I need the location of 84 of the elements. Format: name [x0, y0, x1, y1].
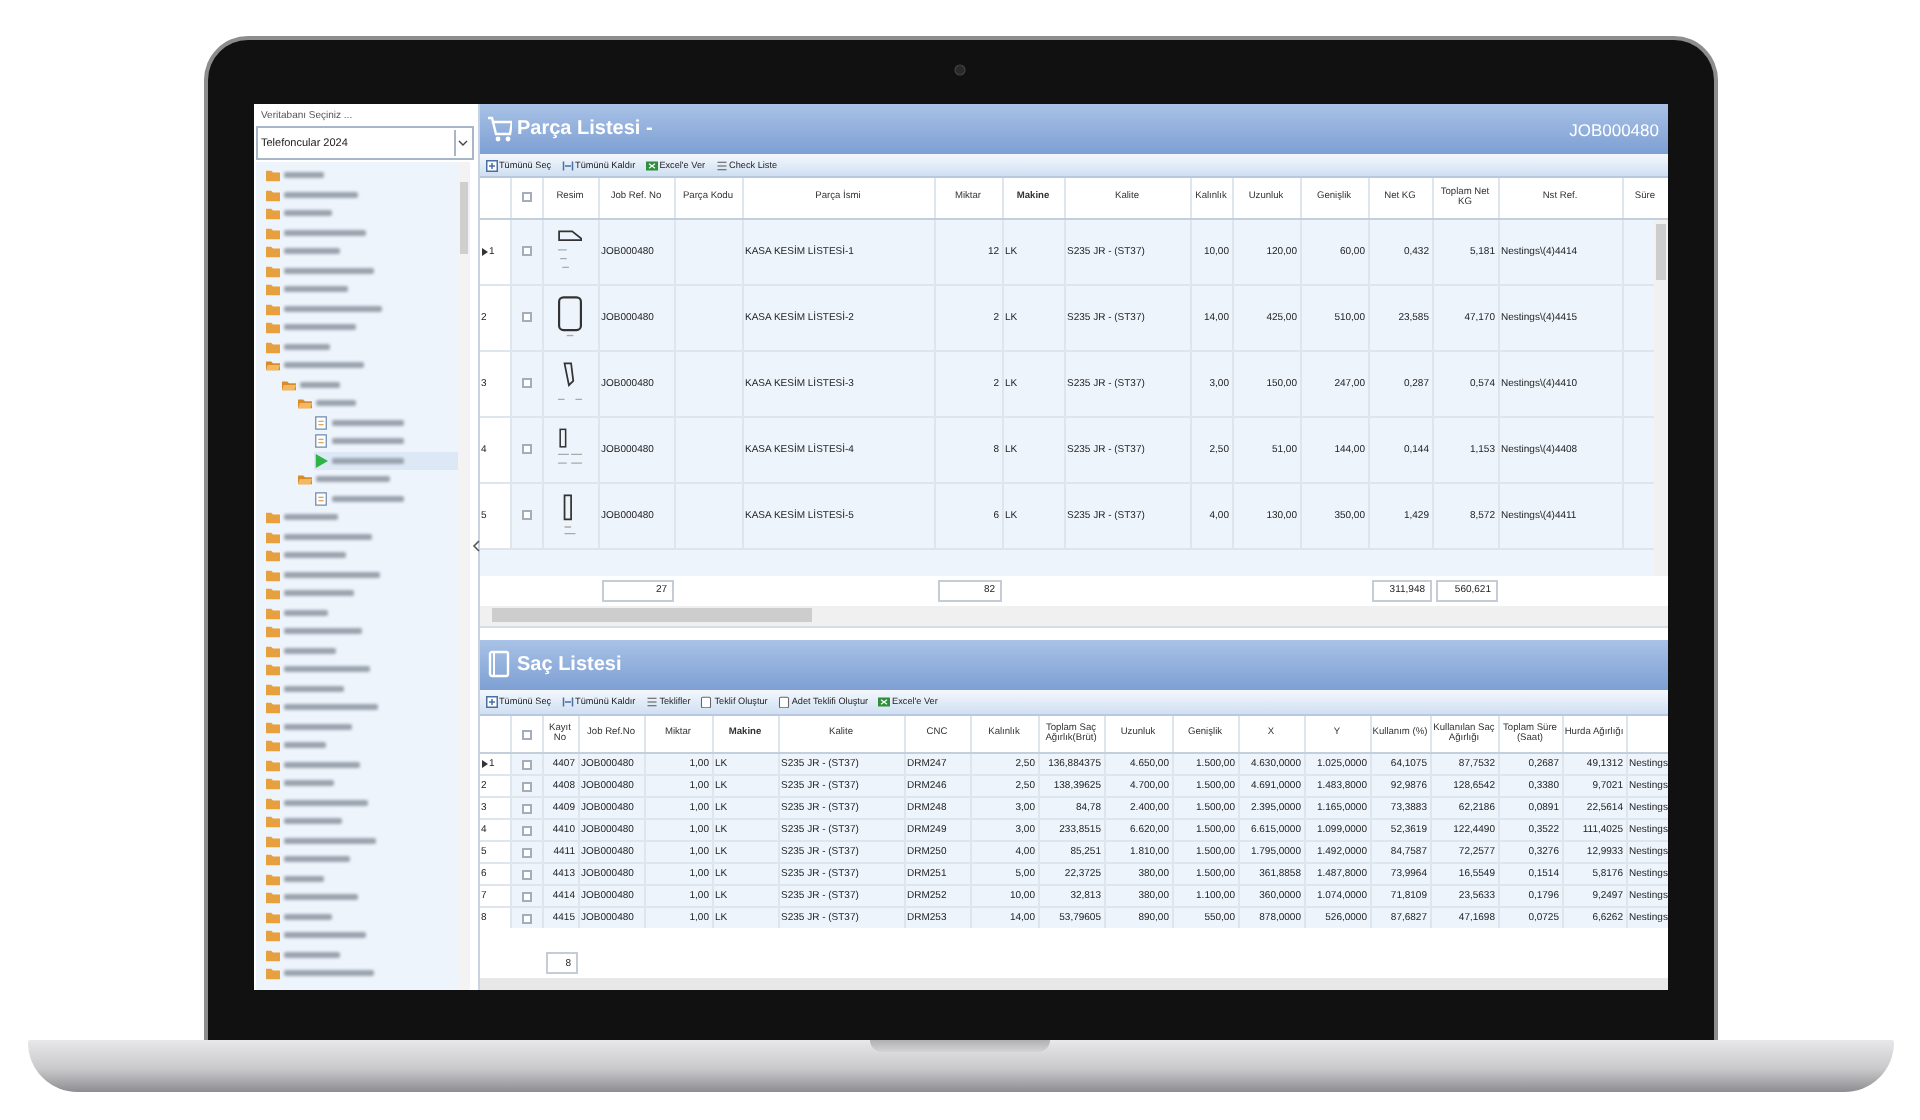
checkbox[interactable]: [521, 729, 531, 740]
checkbox[interactable]: [521, 444, 531, 455]
scrollbar[interactable]: [1653, 219, 1667, 576]
blurred-label: [283, 514, 337, 521]
select-all-icon: [485, 159, 497, 171]
blurred-label: [283, 742, 325, 749]
blurred-label: [283, 780, 333, 787]
list-icon: [715, 159, 728, 171]
list-icon: [645, 695, 658, 708]
blurred-label: [283, 970, 373, 977]
part-drawing: [558, 362, 582, 405]
spreadsheet-icon: [878, 695, 891, 708]
blurred-label: [283, 343, 329, 350]
collapse-icon[interactable]: [471, 540, 479, 552]
table-cell: [675, 219, 743, 286]
deselect-icon: [561, 695, 574, 708]
blurred-label: [283, 647, 335, 654]
blurred-label: [283, 191, 357, 198]
checkbox[interactable]: [521, 192, 531, 203]
checkbox[interactable]: [521, 378, 531, 389]
blurred-label: [283, 248, 339, 255]
scrollbar[interactable]: [479, 978, 1667, 990]
blurred-label: [283, 609, 327, 616]
panel-title: Parça Listesi -: [517, 118, 655, 140]
blurred-label: [331, 495, 403, 502]
checkbox[interactable]: [521, 803, 531, 814]
blurred-label: [283, 913, 331, 920]
spreadsheet-icon: [645, 159, 658, 171]
blurred-label: [283, 875, 323, 882]
blurred-label: [283, 533, 371, 540]
deselect-icon: [561, 159, 574, 171]
blurred-label: [283, 210, 331, 217]
blurred-label: [283, 685, 343, 692]
panel-title: Saç Listesi: [517, 653, 624, 676]
blurred-label: [283, 799, 367, 806]
blurred-label: [283, 286, 347, 293]
camera-icon: [954, 64, 966, 76]
blurred-label: [283, 932, 365, 939]
blurred-label: [283, 267, 373, 274]
part-drawing: [558, 230, 582, 273]
blurred-label: [283, 723, 351, 730]
blurred-label: [283, 818, 341, 825]
blurred-label: [299, 381, 339, 388]
checkbox[interactable]: [521, 825, 531, 836]
checkbox[interactable]: [521, 781, 531, 792]
blurred-label: [283, 552, 345, 559]
job-number: JOB000480: [1569, 119, 1659, 139]
clipboard-icon: [777, 695, 790, 708]
blurred-label: [283, 590, 353, 597]
blurred-label: [283, 324, 355, 331]
blurred-label: [283, 666, 369, 673]
checkbox[interactable]: [521, 869, 531, 880]
blurred-label: [283, 856, 349, 863]
scrollbar[interactable]: [457, 162, 469, 990]
blurred-label: [315, 476, 389, 483]
cart-icon: [487, 115, 511, 143]
book-icon: [487, 650, 511, 679]
blurred-label: [283, 704, 377, 711]
blurred-label: [283, 628, 361, 635]
chevron-down-icon: [458, 138, 468, 148]
select-all-icon: [485, 695, 497, 708]
checkbox[interactable]: [521, 759, 531, 770]
blurred-label: [283, 837, 375, 844]
blurred-label: [331, 438, 403, 445]
checkbox[interactable]: [521, 246, 531, 257]
checkbox[interactable]: [521, 312, 531, 323]
clipboard-icon: [700, 695, 713, 708]
blurred-label: [331, 457, 403, 464]
blurred-label: [331, 419, 403, 426]
blurred-label: [283, 172, 323, 179]
blurred-label: [283, 305, 381, 312]
checkbox[interactable]: [521, 847, 531, 858]
blurred-label: [283, 362, 363, 369]
blurred-label: [315, 400, 355, 407]
checkbox[interactable]: [521, 510, 531, 521]
blurred-label: [283, 571, 379, 578]
blurred-label: [283, 229, 365, 236]
part-drawing: [558, 296, 582, 339]
checkbox[interactable]: [521, 891, 531, 902]
scrollbar[interactable]: [479, 605, 1667, 626]
blurred-label: [283, 761, 359, 768]
checkbox[interactable]: [521, 913, 531, 924]
blurred-label: [283, 894, 357, 901]
blurred-label: [283, 951, 339, 958]
